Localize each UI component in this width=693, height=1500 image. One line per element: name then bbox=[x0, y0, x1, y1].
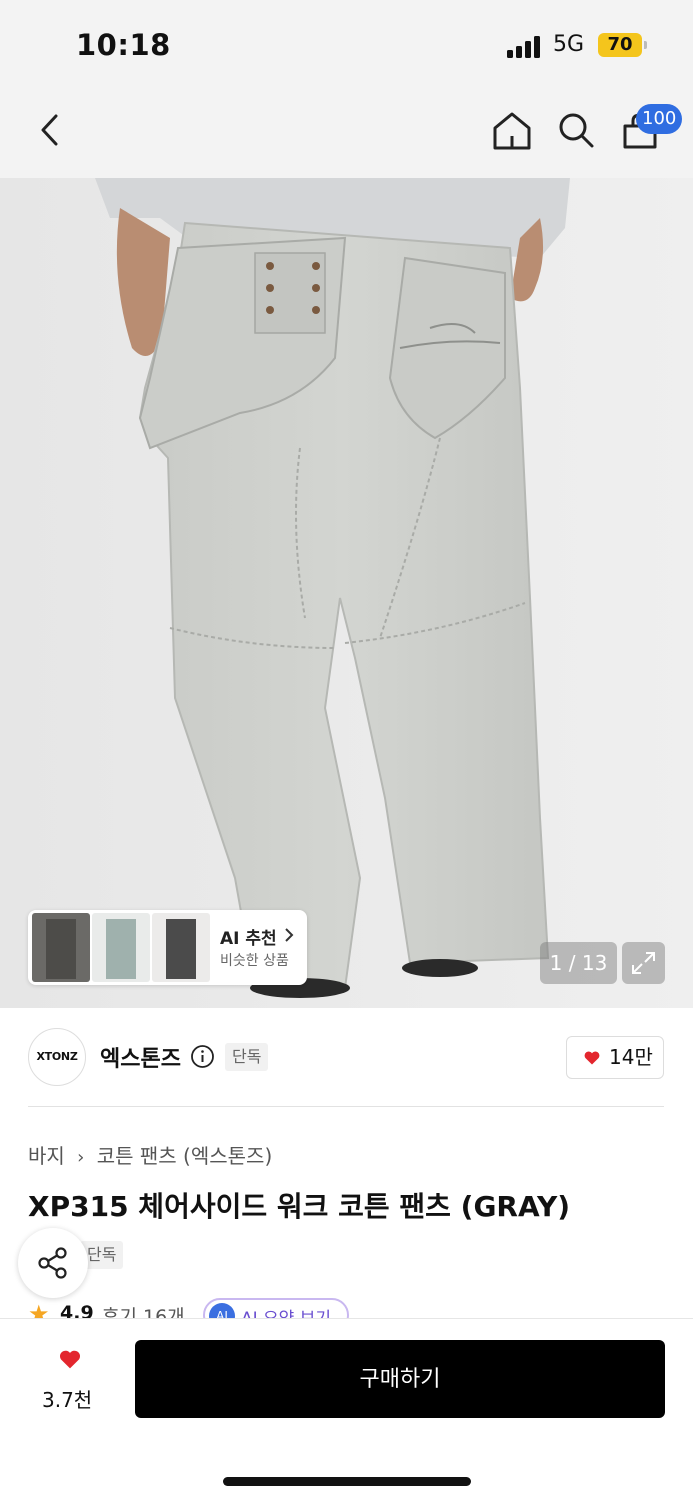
ai-summary-label: AI 요약 보기 bbox=[241, 1304, 331, 1318]
brand-name[interactable]: 엑스톤즈 bbox=[100, 1041, 181, 1073]
pants-illustration bbox=[0, 178, 693, 1008]
info-icon[interactable] bbox=[190, 1044, 215, 1069]
rating-row[interactable]: ★ 4.9 후기 16개 AI AI 요약 보기 bbox=[28, 1296, 388, 1318]
ai-recommend-card[interactable]: AI 추천 비슷한 상품 bbox=[28, 910, 307, 985]
home-indicator bbox=[223, 1477, 471, 1486]
share-button[interactable] bbox=[18, 1228, 88, 1298]
battery-icon: 70 bbox=[598, 33, 642, 57]
chevron-right-icon bbox=[285, 928, 294, 942]
buy-button[interactable]: 구매하기 bbox=[135, 1340, 665, 1418]
heart-icon[interactable] bbox=[59, 1350, 81, 1369]
status-bar: 10:18 5G 70 bbox=[0, 0, 693, 90]
image-counter: 1 / 13 bbox=[540, 942, 617, 984]
ai-icon: AI bbox=[209, 1303, 235, 1318]
recommend-thumbnail[interactable] bbox=[32, 913, 90, 982]
ai-recommend-title: AI 추천 bbox=[220, 929, 277, 949]
cart-count-badge: 100 bbox=[636, 104, 683, 134]
brand-logo[interactable]: XTONZ bbox=[28, 1028, 86, 1086]
brand-like-count: 14만 bbox=[609, 1045, 653, 1069]
review-count[interactable]: 후기 16개 bbox=[102, 1302, 185, 1318]
network-type: 5G bbox=[553, 32, 585, 57]
breadcrumb: 바지 › 코튼 팬츠 (엑스톤즈) bbox=[28, 1140, 272, 1169]
signal-icon bbox=[507, 36, 543, 58]
product-image[interactable] bbox=[0, 178, 693, 1008]
share-icon bbox=[38, 1247, 67, 1279]
rating-value: 4.9 bbox=[60, 1302, 94, 1318]
breadcrumb-subcategory[interactable]: 코튼 팬츠 (엑스톤즈) bbox=[97, 1144, 273, 1168]
expand-button[interactable] bbox=[622, 942, 665, 984]
expand-icon bbox=[632, 952, 655, 974]
recommend-thumbnail[interactable] bbox=[152, 913, 210, 982]
heart-icon bbox=[584, 1051, 600, 1065]
wish-count: 3.7천 bbox=[42, 1388, 93, 1412]
chevron-right-icon: › bbox=[77, 1147, 85, 1168]
divider bbox=[28, 1106, 664, 1107]
brand-like-button[interactable]: 14만 bbox=[566, 1036, 664, 1079]
battery-tip bbox=[644, 41, 647, 49]
home-icon[interactable] bbox=[490, 110, 534, 152]
star-icon: ★ bbox=[28, 1300, 50, 1318]
ai-recommend-subtitle: 비슷한 상품 bbox=[220, 953, 289, 969]
status-time: 10:18 bbox=[76, 28, 171, 62]
ai-summary-button[interactable]: AI AI 요약 보기 bbox=[203, 1298, 349, 1318]
back-icon[interactable] bbox=[34, 112, 68, 148]
exclusive-badge: 단독 bbox=[225, 1043, 269, 1071]
recommend-thumbnail[interactable] bbox=[92, 913, 150, 982]
breadcrumb-category[interactable]: 바지 bbox=[28, 1144, 65, 1168]
search-icon[interactable] bbox=[556, 110, 598, 152]
product-title: XP315 체어사이드 워크 코튼 팬츠 (GRAY) bbox=[28, 1190, 571, 1223]
